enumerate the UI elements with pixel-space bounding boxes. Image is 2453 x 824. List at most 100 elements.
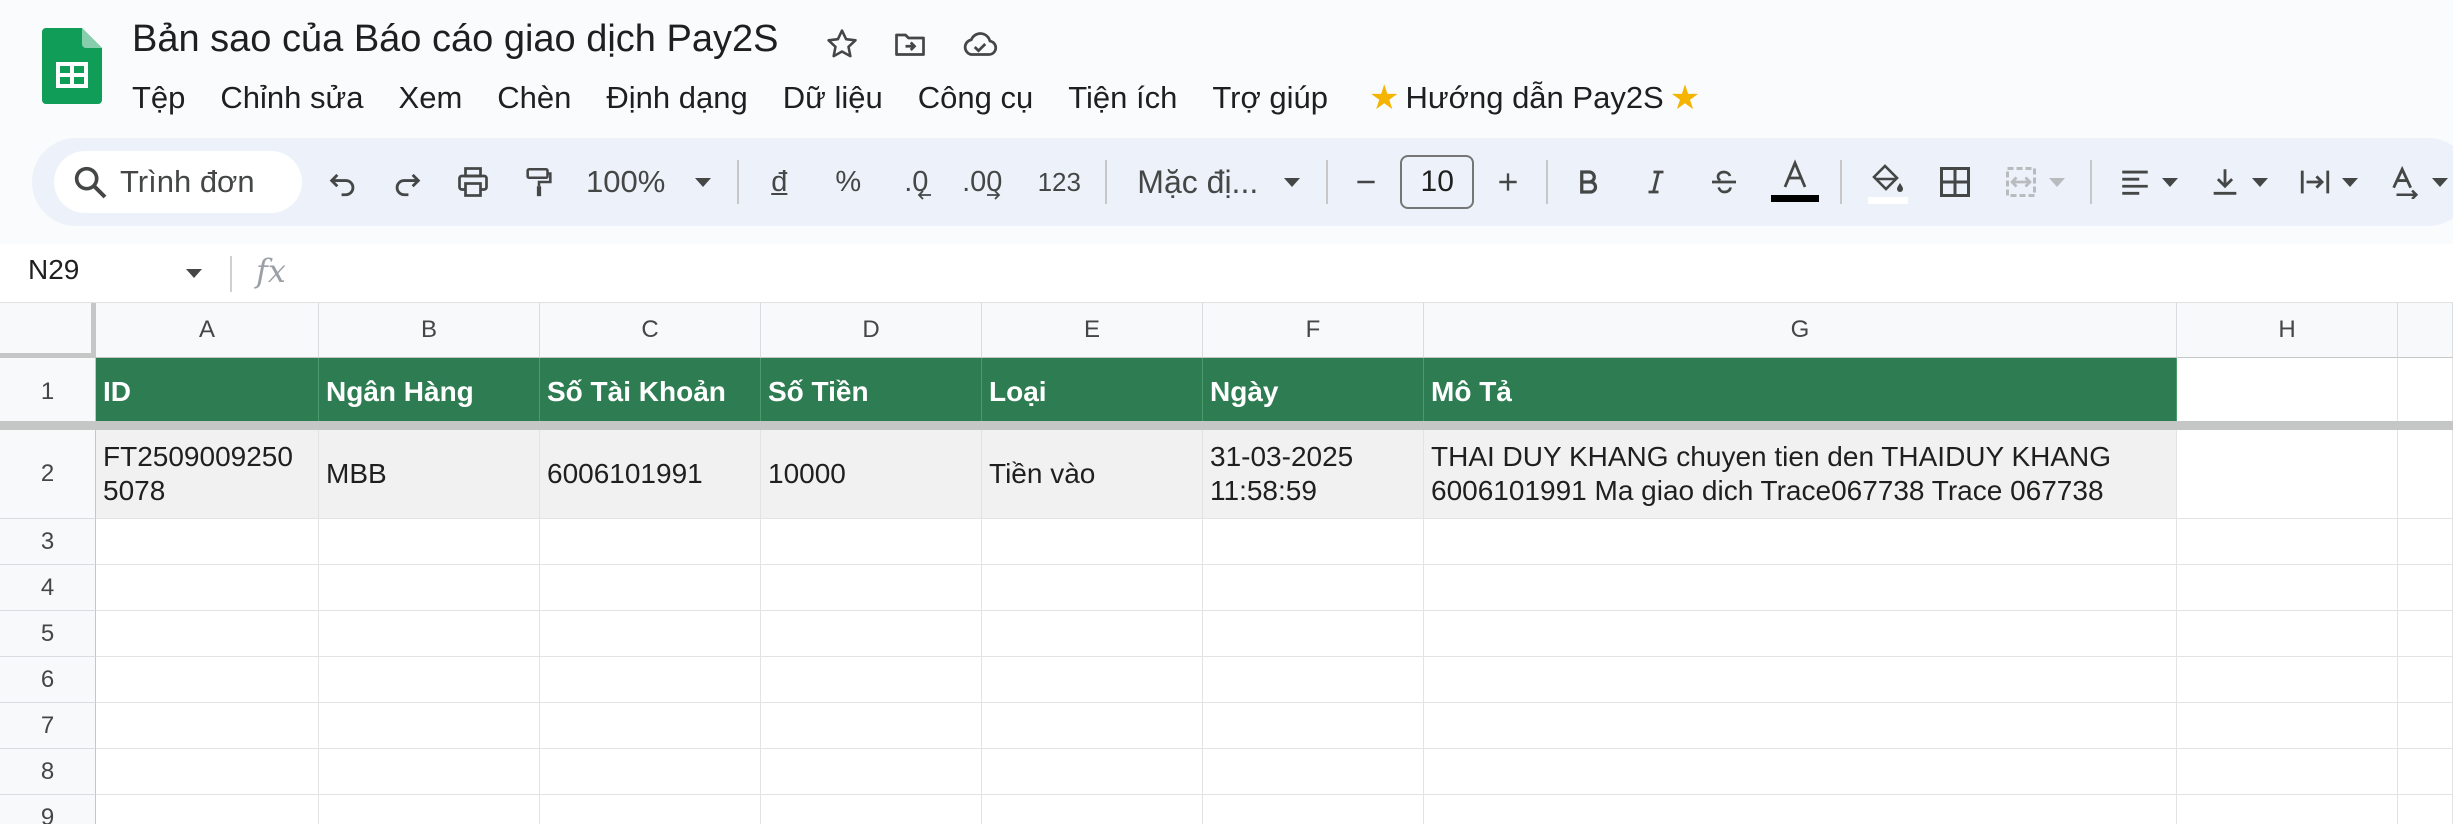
cell-c7[interactable] bbox=[540, 703, 761, 749]
cell-c6[interactable] bbox=[540, 657, 761, 703]
vertical-align-button[interactable] bbox=[2200, 152, 2276, 212]
menu-search[interactable]: Trình đơn bbox=[54, 151, 302, 213]
chevron-down-icon[interactable] bbox=[186, 269, 202, 278]
strikethrough-button[interactable] bbox=[1702, 152, 1746, 212]
cell-i5[interactable] bbox=[2398, 611, 2453, 657]
bold-button[interactable] bbox=[1566, 152, 1610, 212]
cell-c9[interactable] bbox=[540, 795, 761, 824]
cell-a9[interactable] bbox=[96, 795, 319, 824]
redo-button[interactable] bbox=[380, 152, 434, 212]
cell-f5[interactable] bbox=[1203, 611, 1424, 657]
cell-a3[interactable] bbox=[96, 519, 319, 565]
cell-d4[interactable] bbox=[761, 565, 982, 611]
cell-d9[interactable] bbox=[761, 795, 982, 824]
column-header-f[interactable]: F bbox=[1203, 303, 1424, 358]
cell-f8[interactable] bbox=[1203, 749, 1424, 795]
cell-b4[interactable] bbox=[319, 565, 540, 611]
font-family-select[interactable]: Mặc đị... bbox=[1137, 164, 1301, 201]
column-header-c[interactable]: C bbox=[540, 303, 761, 358]
decrease-font-size-button[interactable] bbox=[1346, 152, 1386, 212]
menu-extensions[interactable]: Tiện ích bbox=[1068, 80, 1177, 116]
cell-d6[interactable] bbox=[761, 657, 982, 703]
italic-button[interactable] bbox=[1634, 152, 1678, 212]
menu-insert[interactable]: Chèn bbox=[497, 80, 571, 116]
menu-format[interactable]: Định dạng bbox=[606, 80, 747, 116]
cell-e1[interactable]: Loại bbox=[982, 358, 1203, 426]
cell-b8[interactable] bbox=[319, 749, 540, 795]
row-header-2[interactable]: 2 bbox=[0, 430, 96, 519]
cell-e3[interactable] bbox=[982, 519, 1203, 565]
cell-i3[interactable] bbox=[2398, 519, 2453, 565]
cell-g4[interactable] bbox=[1424, 565, 2177, 611]
zoom-select[interactable]: 100% bbox=[586, 164, 712, 200]
print-button[interactable] bbox=[446, 152, 500, 212]
sheets-logo-icon[interactable] bbox=[42, 28, 102, 104]
cell-h6[interactable] bbox=[2177, 657, 2398, 703]
cell-i9[interactable] bbox=[2398, 795, 2453, 824]
cell-g6[interactable] bbox=[1424, 657, 2177, 703]
menu-pay2s-guide[interactable]: ★ Hướng dẫn Pay2S ★ bbox=[1363, 78, 1706, 118]
star-icon[interactable] bbox=[822, 24, 862, 64]
cell-i6[interactable] bbox=[2398, 657, 2453, 703]
cell-h8[interactable] bbox=[2177, 749, 2398, 795]
cell-h4[interactable] bbox=[2177, 565, 2398, 611]
cell-d5[interactable] bbox=[761, 611, 982, 657]
cell-i2[interactable] bbox=[2398, 430, 2453, 519]
cell-h7[interactable] bbox=[2177, 703, 2398, 749]
column-header-e[interactable]: E bbox=[982, 303, 1203, 358]
text-color-button[interactable] bbox=[1768, 152, 1822, 212]
row-header-7[interactable]: 7 bbox=[0, 703, 96, 749]
cell-c2[interactable]: 6006101991 bbox=[540, 430, 761, 519]
row-header-5[interactable]: 5 bbox=[0, 611, 96, 657]
increase-font-size-button[interactable] bbox=[1488, 152, 1528, 212]
cell-e4[interactable] bbox=[982, 565, 1203, 611]
cell-c4[interactable] bbox=[540, 565, 761, 611]
row-header-1[interactable]: 1 bbox=[0, 358, 96, 426]
cell-e5[interactable] bbox=[982, 611, 1203, 657]
cell-d3[interactable] bbox=[761, 519, 982, 565]
cell-a1[interactable]: ID bbox=[96, 358, 319, 426]
cell-c1[interactable]: Số Tài Khoản bbox=[540, 358, 761, 426]
cell-b1[interactable]: Ngân Hàng bbox=[319, 358, 540, 426]
cell-f1[interactable]: Ngày bbox=[1203, 358, 1424, 426]
cell-g5[interactable] bbox=[1424, 611, 2177, 657]
cell-g7[interactable] bbox=[1424, 703, 2177, 749]
frozen-row-divider[interactable] bbox=[0, 421, 2453, 430]
cell-e2[interactable]: Tiền vào bbox=[982, 430, 1203, 519]
cell-g8[interactable] bbox=[1424, 749, 2177, 795]
row-header-4[interactable]: 4 bbox=[0, 565, 96, 611]
cell-c8[interactable] bbox=[540, 749, 761, 795]
cell-f3[interactable] bbox=[1203, 519, 1424, 565]
decrease-decimal-button[interactable]: .0 bbox=[891, 152, 941, 212]
cell-h3[interactable] bbox=[2177, 519, 2398, 565]
cell-i1[interactable] bbox=[2398, 358, 2453, 426]
name-box[interactable]: N29 bbox=[28, 254, 79, 286]
fill-color-button[interactable] bbox=[1860, 152, 1914, 212]
cell-f6[interactable] bbox=[1203, 657, 1424, 703]
cell-h1[interactable] bbox=[2177, 358, 2398, 426]
cell-a6[interactable] bbox=[96, 657, 319, 703]
format-currency-button[interactable]: đ bbox=[757, 152, 801, 212]
column-header-d[interactable]: D bbox=[761, 303, 982, 358]
row-header-8[interactable]: 8 bbox=[0, 749, 96, 795]
cell-i8[interactable] bbox=[2398, 749, 2453, 795]
column-header-g[interactable]: G bbox=[1424, 303, 2177, 358]
cell-b2[interactable]: MBB bbox=[319, 430, 540, 519]
cell-b9[interactable] bbox=[319, 795, 540, 824]
column-header-a[interactable]: A bbox=[96, 303, 319, 358]
cell-e8[interactable] bbox=[982, 749, 1203, 795]
move-folder-icon[interactable] bbox=[890, 24, 930, 64]
cell-b7[interactable] bbox=[319, 703, 540, 749]
cell-f2[interactable]: 31-03-2025 11:58:59 bbox=[1203, 430, 1424, 519]
cell-h5[interactable] bbox=[2177, 611, 2398, 657]
spreadsheet-grid[interactable]: A B C D E F G H 1 2 3 4 5 6 7 8 9 ID Ngâ… bbox=[0, 303, 2453, 824]
cell-a4[interactable] bbox=[96, 565, 319, 611]
cell-f4[interactable] bbox=[1203, 565, 1424, 611]
cell-c5[interactable] bbox=[540, 611, 761, 657]
cell-e6[interactable] bbox=[982, 657, 1203, 703]
row-header-3[interactable]: 3 bbox=[0, 519, 96, 565]
cell-a5[interactable] bbox=[96, 611, 319, 657]
undo-button[interactable] bbox=[316, 152, 370, 212]
menu-file[interactable]: Tệp bbox=[132, 80, 185, 116]
cell-d8[interactable] bbox=[761, 749, 982, 795]
